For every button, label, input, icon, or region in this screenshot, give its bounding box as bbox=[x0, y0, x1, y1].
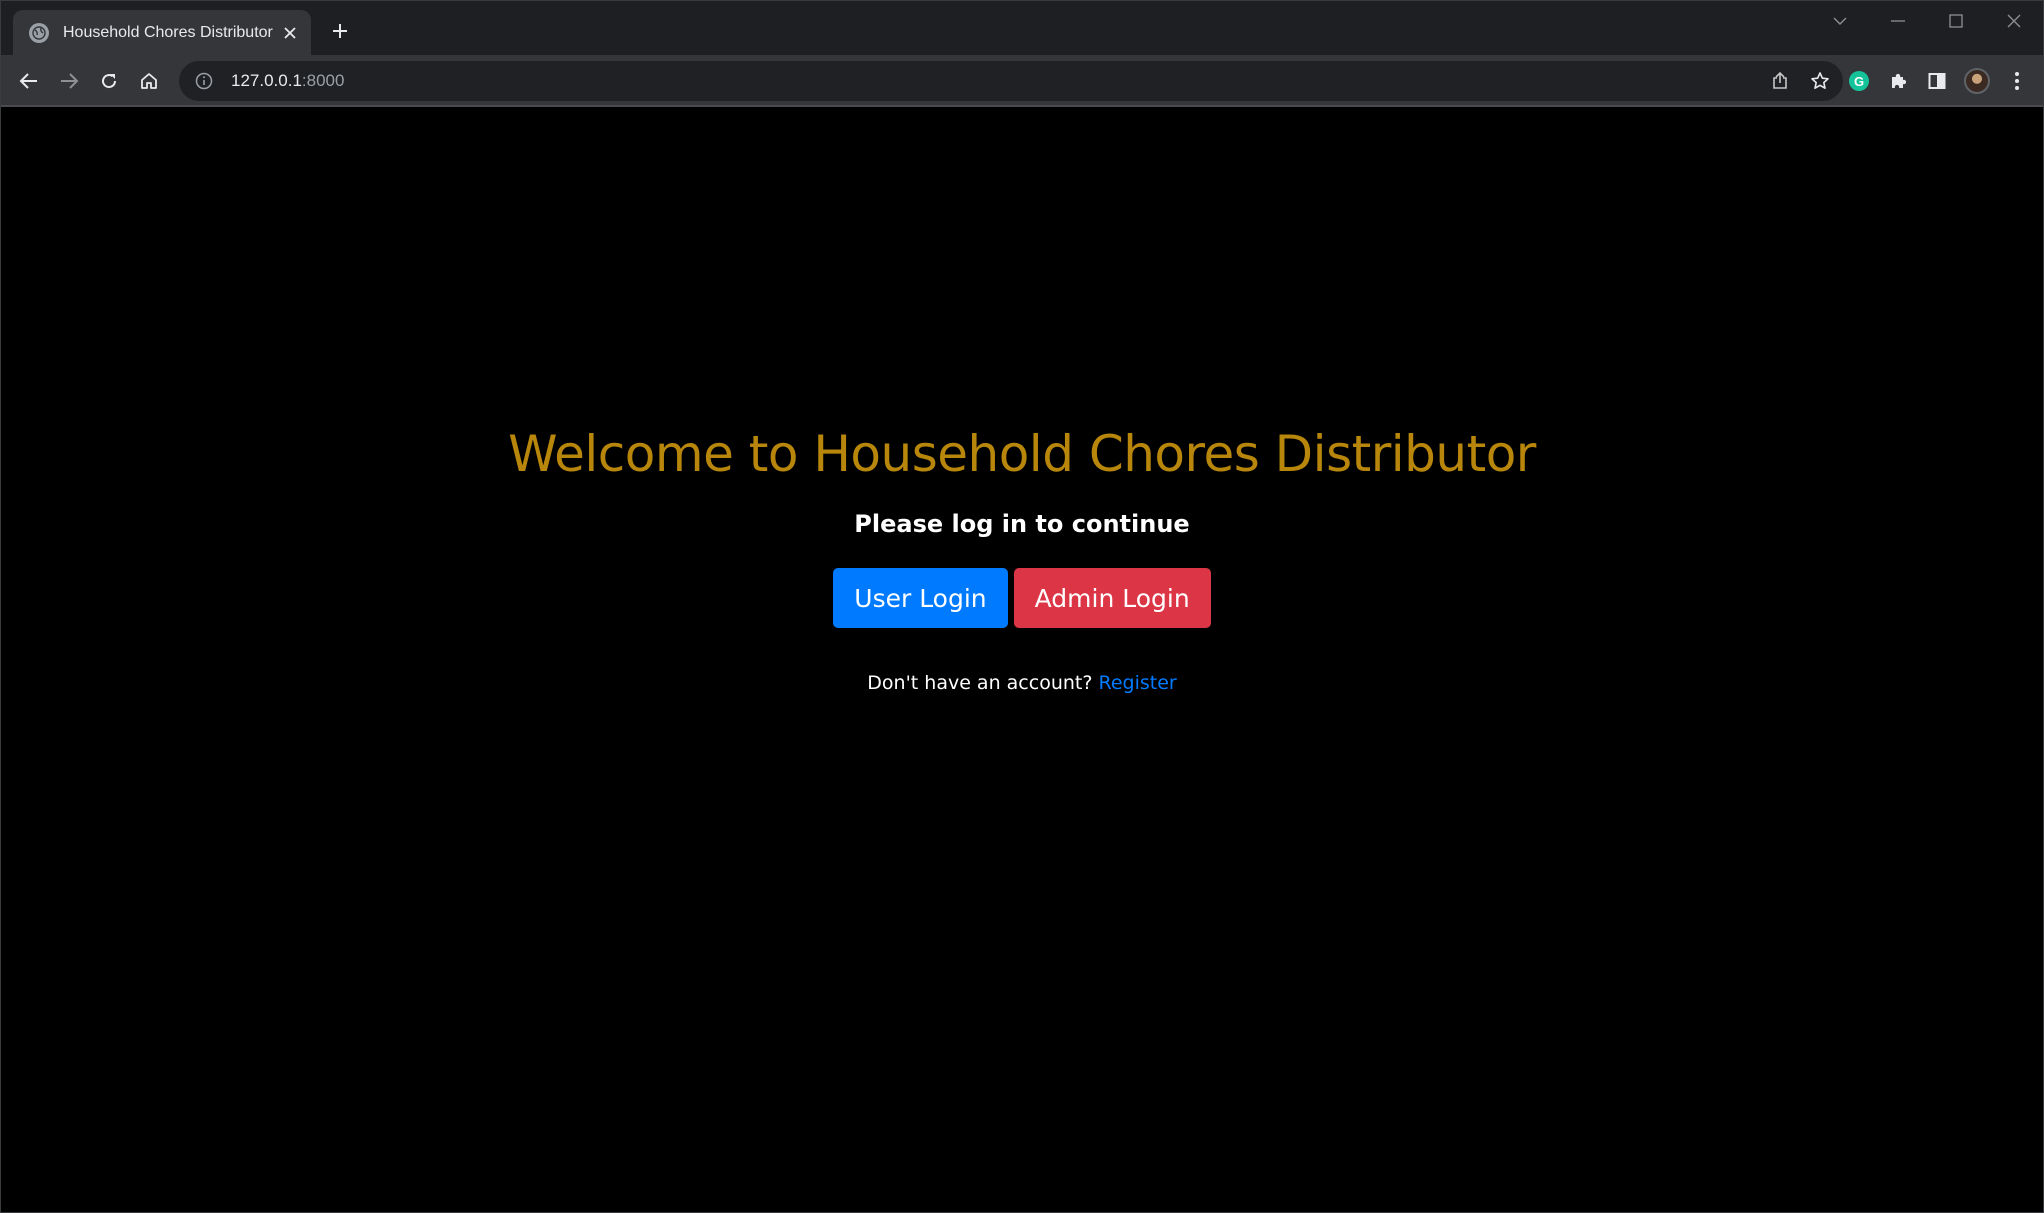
reload-icon bbox=[102, 74, 117, 89]
browser-window: Household Chores Distributor 127.0.0.1:8… bbox=[0, 0, 2044, 1213]
tab-search-button[interactable] bbox=[1811, 1, 1869, 41]
login-buttons: User Login Admin Login bbox=[2, 568, 2042, 628]
url-port: :8000 bbox=[301, 71, 345, 90]
chevron-down-icon bbox=[1833, 17, 1847, 25]
minimize-icon bbox=[1891, 20, 1905, 22]
page-title: Welcome to Household Chores Distributor bbox=[508, 425, 1536, 483]
profile-button[interactable] bbox=[1961, 65, 1993, 97]
forward-button[interactable] bbox=[51, 63, 87, 99]
register-line: Don't have an account? Register bbox=[2, 672, 2042, 694]
globe-icon bbox=[29, 22, 49, 43]
new-tab-button[interactable] bbox=[325, 16, 355, 46]
share-icon[interactable] bbox=[1763, 64, 1797, 98]
side-panel-icon bbox=[1928, 73, 1946, 89]
close-icon[interactable] bbox=[277, 20, 303, 46]
browser-toolbar: 127.0.0.1:8000 G bbox=[1, 55, 2043, 107]
window-controls bbox=[1811, 1, 2043, 41]
close-window-button[interactable] bbox=[1985, 1, 2043, 41]
plus-icon bbox=[333, 24, 347, 38]
register-prompt: Don't have an account? bbox=[867, 672, 1093, 694]
welcome-container: Welcome to Household Chores Distributor … bbox=[2, 424, 2042, 694]
grammarly-extension[interactable]: G bbox=[1843, 65, 1875, 97]
browser-menu-button[interactable] bbox=[2001, 65, 2033, 97]
maximize-icon bbox=[1949, 14, 1963, 28]
user-login-button[interactable]: User Login bbox=[833, 568, 1008, 628]
web-page: Welcome to Household Chores Distributor … bbox=[2, 108, 2042, 1212]
login-prompt: Please log in to continue bbox=[854, 510, 1190, 538]
home-button[interactable] bbox=[131, 63, 167, 99]
info-icon[interactable] bbox=[193, 70, 215, 92]
address-bar[interactable]: 127.0.0.1:8000 bbox=[179, 61, 1843, 101]
home-icon bbox=[141, 73, 157, 89]
avatar bbox=[1964, 68, 1990, 94]
puzzle-icon bbox=[1892, 73, 1907, 88]
minimize-button[interactable] bbox=[1869, 1, 1927, 41]
grammarly-icon: G bbox=[1849, 71, 1869, 91]
maximize-button[interactable] bbox=[1927, 1, 1985, 41]
url-text[interactable]: 127.0.0.1:8000 bbox=[231, 71, 1763, 91]
register-link[interactable]: Register bbox=[1098, 672, 1176, 694]
url-host: 127.0.0.1 bbox=[231, 71, 302, 90]
tab-strip: Household Chores Distributor bbox=[1, 1, 2043, 55]
arrow-right-icon bbox=[61, 73, 79, 89]
extensions-button[interactable] bbox=[1883, 65, 1915, 97]
tab-title: Household Chores Distributor bbox=[63, 23, 273, 41]
close-icon bbox=[2007, 14, 2021, 28]
side-panel-button[interactable] bbox=[1921, 65, 1953, 97]
arrow-left-icon bbox=[19, 73, 37, 89]
back-button[interactable] bbox=[11, 63, 47, 99]
reload-button[interactable] bbox=[91, 63, 127, 99]
kebab-menu-icon bbox=[2015, 72, 2019, 90]
star-icon[interactable] bbox=[1803, 64, 1837, 98]
admin-login-button[interactable]: Admin Login bbox=[1013, 568, 1211, 628]
browser-tab-active[interactable]: Household Chores Distributor bbox=[13, 10, 311, 55]
